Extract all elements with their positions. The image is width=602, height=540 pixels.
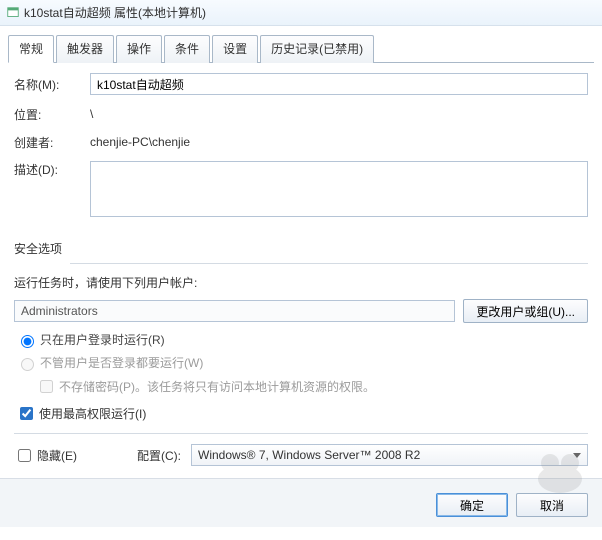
- radio-run-logged-on[interactable]: 只在用户登录时运行(R): [16, 331, 588, 348]
- check-hidden[interactable]: 隐藏(E): [14, 446, 77, 465]
- config-select[interactable]: Windows® 7, Windows Server™ 2008 R2: [191, 444, 588, 466]
- ok-button[interactable]: 确定: [436, 493, 508, 517]
- config-select-value: Windows® 7, Windows Server™ 2008 R2: [198, 448, 420, 462]
- tab-bar: 常规 触发器 操作 条件 设置 历史记录(已禁用): [8, 34, 594, 63]
- window-title: k10stat自动超频 属性(本地计算机): [24, 4, 206, 21]
- config-label: 配置(C):: [137, 447, 181, 464]
- tab-conditions[interactable]: 条件: [164, 35, 210, 63]
- radio-run-any-input: [21, 358, 34, 371]
- divider: [70, 263, 588, 264]
- window-icon: [6, 6, 20, 20]
- check-no-store-password: 不存储密码(P)。该任务将只有访问本地计算机资源的权限。: [36, 377, 588, 396]
- author-label: 创建者:: [14, 134, 90, 151]
- name-input[interactable]: [90, 73, 588, 95]
- run-as-instruction: 运行任务时，请使用下列用户帐户:: [14, 274, 588, 291]
- general-panel: 名称(M): 位置: \ 创建者: chenjie-PC\chenjie 描述(…: [0, 63, 602, 434]
- change-user-button[interactable]: 更改用户或组(U)...: [463, 299, 588, 323]
- tab-history[interactable]: 历史记录(已禁用): [260, 35, 374, 63]
- account-field: Administrators: [14, 300, 455, 322]
- chevron-down-icon: [573, 453, 581, 458]
- radio-run-any[interactable]: 不管用户是否登录都要运行(W): [16, 354, 588, 371]
- title-bar: k10stat自动超频 属性(本地计算机): [0, 0, 602, 26]
- description-input[interactable]: [90, 161, 588, 217]
- check-highest-privileges-input[interactable]: [20, 407, 33, 420]
- check-highest-privileges[interactable]: 使用最高权限运行(I): [16, 404, 588, 423]
- description-label: 描述(D):: [14, 161, 90, 178]
- location-value: \: [90, 105, 588, 123]
- check-hidden-input[interactable]: [18, 449, 31, 462]
- author-value: chenjie-PC\chenjie: [90, 133, 588, 151]
- tab-settings[interactable]: 设置: [212, 35, 258, 63]
- name-label: 名称(M):: [14, 76, 90, 93]
- tab-actions[interactable]: 操作: [116, 35, 162, 63]
- location-label: 位置:: [14, 106, 90, 123]
- radio-run-logged-on-input[interactable]: [21, 335, 34, 348]
- check-no-store-password-input: [40, 380, 53, 393]
- dialog-buttons: 确定 取消: [0, 478, 602, 527]
- tab-triggers[interactable]: 触发器: [56, 35, 114, 63]
- tab-general[interactable]: 常规: [8, 35, 54, 63]
- divider: [14, 433, 588, 434]
- cancel-button[interactable]: 取消: [516, 493, 588, 517]
- security-group-label: 安全选项: [14, 240, 588, 257]
